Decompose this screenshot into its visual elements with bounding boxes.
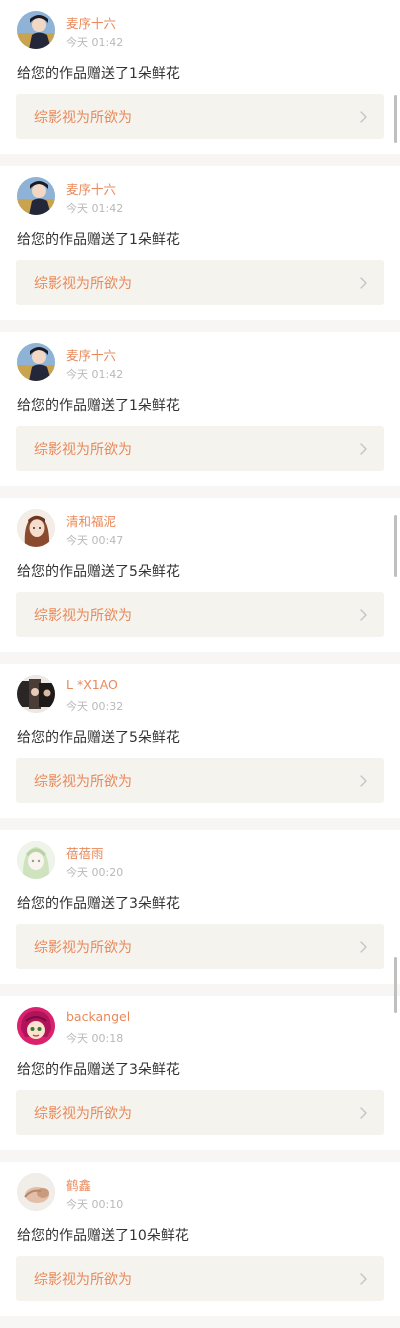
work-link[interactable]: 综影视为所欲为 [16,426,384,471]
username[interactable]: 麦序十六 [66,13,116,32]
chevron-right-icon [360,111,367,123]
timestamp: 今天 01:42 [66,368,124,381]
chevron-right-icon [360,609,367,621]
work-link[interactable]: 综影视为所欲为 [16,592,384,637]
avatar-photo-icon [17,675,55,713]
work-title: 综影视为所欲为 [34,110,132,126]
chevron-right-icon [360,775,367,787]
username[interactable]: backangel [66,1009,130,1024]
gift-message: 给您的作品赠送了1朵鲜花 [17,232,180,248]
timestamp: 今天 00:32 [66,700,124,713]
work-title: 综影视为所欲为 [34,940,132,956]
username[interactable]: 鹤鑫 [66,1175,91,1194]
timestamp: 今天 00:10 [66,1198,124,1211]
notification-card: 麦序十六 今天 01:42 给您的作品赠送了1朵鲜花 综影视为所欲为 [0,332,400,486]
work-link[interactable]: 综影视为所欲为 [16,924,384,969]
work-title: 综影视为所欲为 [34,442,132,458]
avatar-girl-icon [17,509,55,547]
gift-message: 给您的作品赠送了10朵鲜花 [17,1228,189,1244]
gift-message: 给您的作品赠送了3朵鲜花 [17,1062,180,1078]
gift-message: 给您的作品赠送了1朵鲜花 [17,66,180,82]
gift-message: 给您的作品赠送了5朵鲜花 [17,564,180,580]
work-link[interactable]: 综影视为所欲为 [16,260,384,305]
chevron-right-icon [360,277,367,289]
avatar-boy-icon [17,177,55,215]
notification-card: backangel 今天 00:18 给您的作品赠送了3朵鲜花 综影视为所欲为 [0,996,400,1150]
avatar[interactable] [17,1173,55,1211]
timestamp: 今天 00:20 [66,866,124,879]
avatar-hand-icon [17,1173,55,1211]
notification-card: 麦序十六 今天 01:42 给您的作品赠送了1朵鲜花 综影视为所欲为 [0,166,400,320]
scrollbar-thumb[interactable] [394,515,397,577]
work-link[interactable]: 综影视为所欲为 [16,758,384,803]
gift-message: 给您的作品赠送了1朵鲜花 [17,398,180,414]
notification-card: 清和福泥 今天 00:47 给您的作品赠送了5朵鲜花 综影视为所欲为 [0,498,400,652]
avatar[interactable] [17,675,55,713]
timestamp: 今天 01:42 [66,36,124,49]
timestamp: 今天 00:47 [66,534,124,547]
work-title: 综影视为所欲为 [34,276,132,292]
avatar[interactable] [17,1007,55,1045]
avatar[interactable] [17,509,55,547]
username[interactable]: L *X1AO [66,677,118,692]
avatar[interactable] [17,177,55,215]
chevron-right-icon [360,941,367,953]
notification-card: 蓓蓓雨 今天 00:20 给您的作品赠送了3朵鲜花 综影视为所欲为 [0,830,400,984]
avatar[interactable] [17,343,55,381]
gift-message: 给您的作品赠送了3朵鲜花 [17,896,180,912]
chevron-right-icon [360,1107,367,1119]
chevron-right-icon [360,443,367,455]
scrollbar-thumb[interactable] [394,95,397,143]
work-title: 综影视为所欲为 [34,1106,132,1122]
avatar-boy-icon [17,11,55,49]
timestamp: 今天 00:18 [66,1032,124,1045]
username[interactable]: 蓓蓓雨 [66,843,104,862]
avatar[interactable] [17,11,55,49]
gift-message: 给您的作品赠送了5朵鲜花 [17,730,180,746]
notification-card: 鹤鑫 今天 00:10 给您的作品赠送了10朵鲜花 综影视为所欲为 [0,1162,400,1316]
work-title: 综影视为所欲为 [34,1272,132,1288]
avatar-cartoon-icon [17,1007,55,1045]
username[interactable]: 麦序十六 [66,179,116,198]
avatar-boy-icon [17,343,55,381]
notification-card: L *X1AO 今天 00:32 给您的作品赠送了5朵鲜花 综影视为所欲为 [0,664,400,818]
work-link[interactable]: 综影视为所欲为 [16,1090,384,1135]
timestamp: 今天 01:42 [66,202,124,215]
scrollbar-thumb[interactable] [394,957,397,1013]
username[interactable]: 麦序十六 [66,345,116,364]
work-title: 综影视为所欲为 [34,608,132,624]
avatar[interactable] [17,841,55,879]
work-link[interactable]: 综影视为所欲为 [16,94,384,139]
notification-card: 麦序十六 今天 01:42 给您的作品赠送了1朵鲜花 综影视为所欲为 [0,0,400,154]
username[interactable]: 清和福泥 [66,511,116,530]
avatar-anime-icon [17,841,55,879]
notification-list: 麦序十六 今天 01:42 给您的作品赠送了1朵鲜花 综影视为所欲为 麦序十六 … [0,0,400,1328]
chevron-right-icon [360,1273,367,1285]
work-link[interactable]: 综影视为所欲为 [16,1256,384,1301]
work-title: 综影视为所欲为 [34,774,132,790]
